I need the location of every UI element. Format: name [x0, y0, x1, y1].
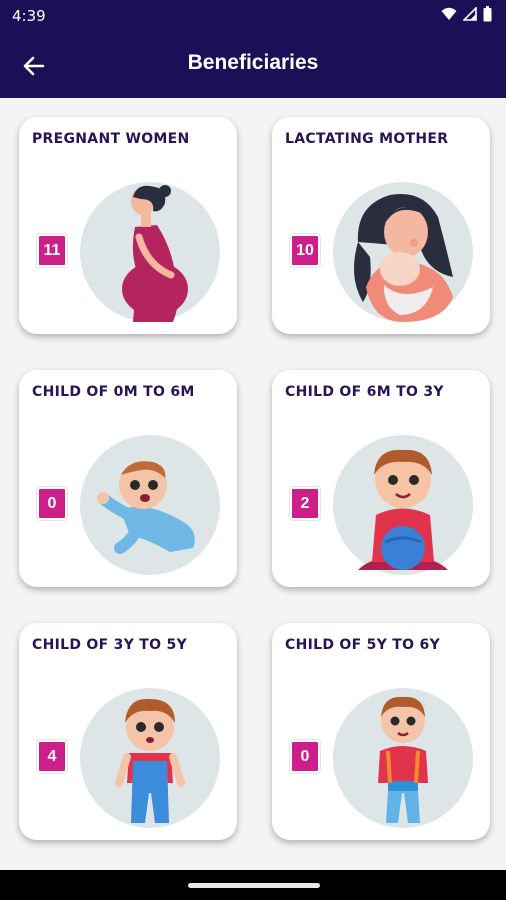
system-nav-bar [0, 870, 506, 900]
count-badge: 2 [289, 486, 321, 521]
beneficiary-card-lactating-mother[interactable]: LACTATING MOTHER 10 [272, 117, 490, 334]
wifi-icon [441, 7, 457, 20]
battery-icon [483, 6, 492, 22]
card-title: LACTATING MOTHER [285, 131, 449, 147]
card-title: CHILD OF 6M TO 3Y [285, 384, 444, 400]
count-badge: 11 [36, 233, 68, 268]
beneficiary-card-child-6m-3y[interactable]: CHILD OF 6M TO 3Y 2 [272, 370, 490, 587]
card-title: CHILD OF 5Y TO 6Y [285, 637, 441, 653]
count-badge: 10 [289, 233, 321, 268]
status-icons [441, 6, 492, 22]
home-gesture-handle[interactable] [188, 883, 320, 888]
card-title: PREGNANT WOMEN [32, 131, 190, 147]
pregnant-woman-illustration [80, 182, 220, 322]
count-badge: 4 [36, 739, 68, 774]
beneficiary-grid: PREGNANT WOMEN 11 LACTATING MOTHER 10 CH… [0, 98, 506, 870]
count-badge: 0 [289, 739, 321, 774]
boy-in-overalls-illustration [80, 688, 220, 828]
page-title: Beneficiaries [187, 51, 319, 74]
beneficiary-card-child-5y-6y[interactable]: CHILD OF 5Y TO 6Y 0 [272, 623, 490, 840]
status-time: 4:39 [12, 7, 46, 25]
mother-with-baby-illustration [333, 182, 473, 322]
signal-icon [463, 7, 477, 21]
boy-with-backpack-illustration [333, 688, 473, 828]
beneficiary-card-child-3y-5y[interactable]: CHILD OF 3Y TO 5Y 4 [19, 623, 237, 840]
app-bar: Beneficiaries [0, 32, 506, 98]
status-bar: 4:39 [0, 0, 506, 32]
toddler-with-ball-illustration [333, 435, 473, 575]
beneficiary-card-pregnant-women[interactable]: PREGNANT WOMEN 11 [19, 117, 237, 334]
crawling-baby-illustration [80, 435, 220, 575]
card-title: CHILD OF 0M TO 6M [32, 384, 195, 400]
beneficiary-card-child-0m-6m[interactable]: CHILD OF 0M TO 6M 0 [19, 370, 237, 587]
count-badge: 0 [36, 486, 68, 521]
card-title: CHILD OF 3Y TO 5Y [32, 637, 188, 653]
